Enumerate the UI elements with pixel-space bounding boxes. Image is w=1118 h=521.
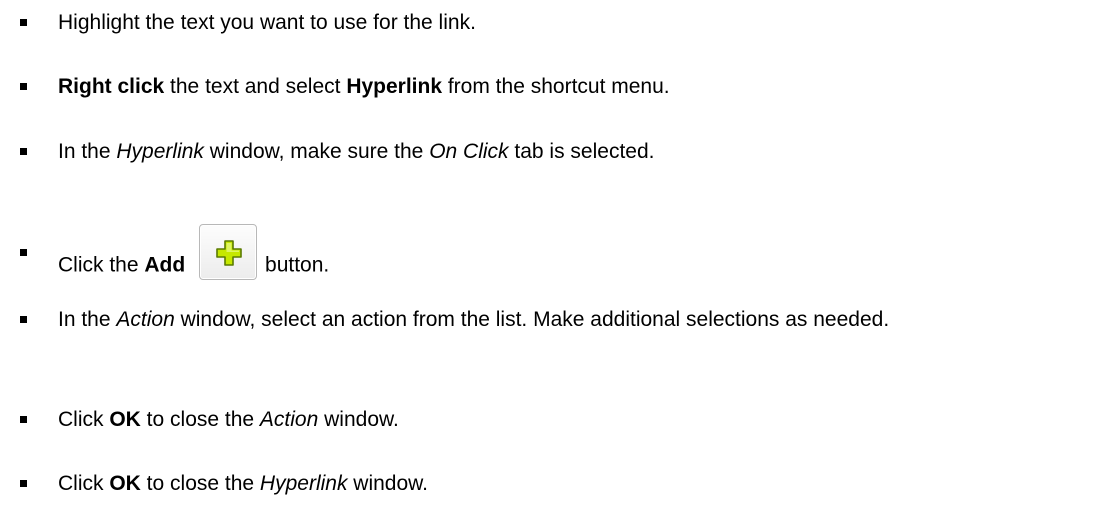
step-text: In the Action window, select an action f… xyxy=(58,308,890,331)
bullet-icon xyxy=(20,316,27,323)
bullet-icon xyxy=(20,416,27,423)
step-text: Highlight the text you want to use for t… xyxy=(58,11,476,34)
add-button[interactable] xyxy=(199,224,258,280)
step-text: Click OK to close the Action window. xyxy=(58,408,399,431)
step-text: Click the Add button. xyxy=(58,224,1110,294)
step-text: Right click the text and select Hyperlin… xyxy=(58,75,670,98)
step-text: Click OK to close the Hyperlink window. xyxy=(58,472,428,495)
bullet-icon xyxy=(20,83,27,90)
bullet-icon xyxy=(20,148,27,155)
step-text: In the Hyperlink window, make sure the O… xyxy=(58,140,655,163)
bullet-icon xyxy=(20,19,27,26)
add-plus-icon xyxy=(216,240,242,266)
bullet-icon xyxy=(20,480,27,487)
instruction-list: Highlight the text you want to use for t… xyxy=(0,0,1118,521)
bullet-icon xyxy=(20,249,27,256)
